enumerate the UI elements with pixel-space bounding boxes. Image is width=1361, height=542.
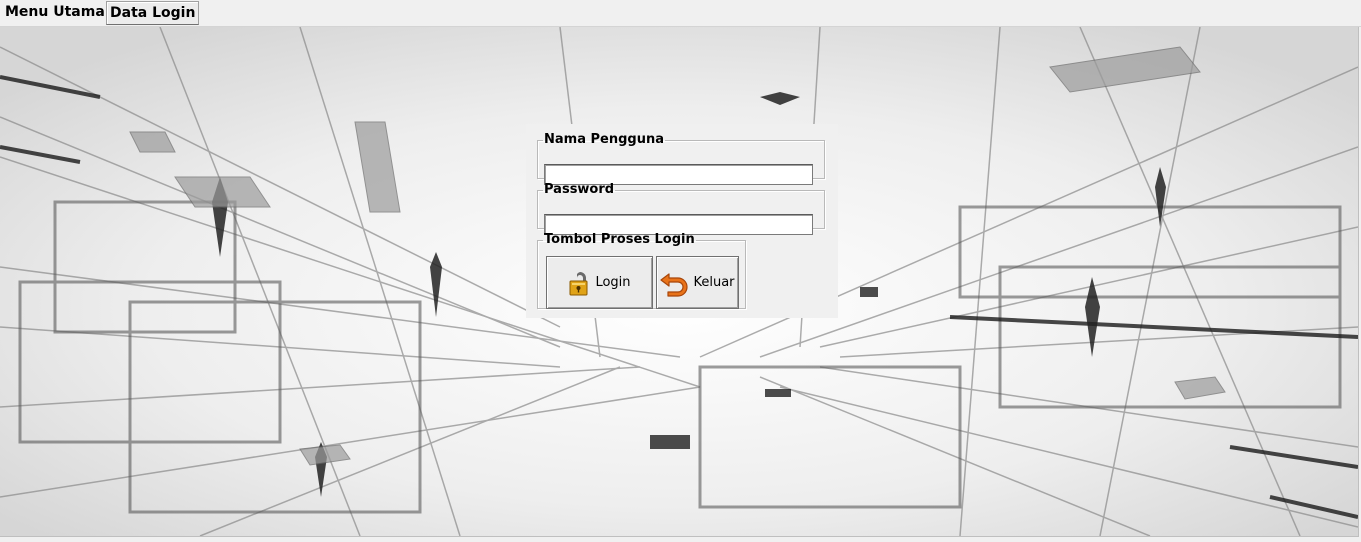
menu-item-data-login[interactable]: Data Login [106,1,200,25]
password-group-label: Password [544,182,615,197]
undo-arrow-icon [660,272,689,297]
username-group: Nama Pengguna [537,132,825,185]
login-button-label: Login [595,275,631,290]
login-buttons-group: Tombol Proses Login Login Keluar [537,233,746,309]
exit-button-label: Keluar [693,275,735,290]
login-button[interactable]: Login [546,256,653,309]
exit-button[interactable]: Keluar [656,256,739,309]
username-group-label: Nama Pengguna [544,132,664,147]
password-group: Password [537,182,825,235]
login-buttons-group-label: Tombol Proses Login [544,232,695,247]
menu-bar: Menu Utama Data Login [0,0,1361,27]
login-panel: Nama Pengguna Password Tombol Proses Log… [526,124,838,318]
lock-icon [569,271,588,295]
menu-item-menu-utama[interactable]: Menu Utama [2,1,108,23]
